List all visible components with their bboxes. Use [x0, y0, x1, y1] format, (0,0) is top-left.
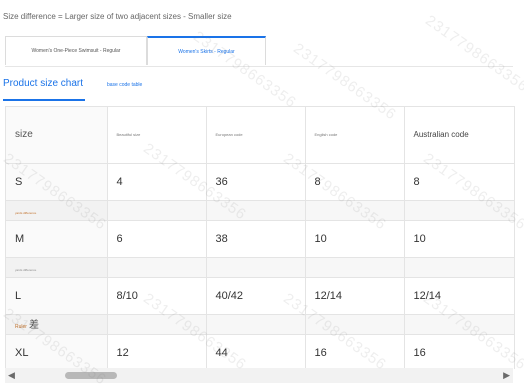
- size-table: size Beautiful size European code Englis…: [6, 107, 514, 369]
- difference-cell: [305, 200, 405, 221]
- difference-cell: [305, 257, 405, 278]
- cell-beautiful-size: 8/10: [107, 277, 207, 315]
- cell-australian-code: 10: [404, 220, 514, 258]
- cell-australian-code: 16: [404, 334, 514, 369]
- cell-european-code: 40/42: [206, 277, 306, 315]
- table-row-s: S 4 36 8 8: [6, 163, 514, 201]
- header-beautiful-size: Beautiful size: [107, 107, 207, 164]
- tab-womens-one-piece-swimsuit[interactable]: Women's One-Piece Swimsuit - Regular: [5, 36, 147, 65]
- cell-english-code: 12/14: [305, 277, 405, 315]
- table-header-row: size Beautiful size European code Englis…: [6, 107, 514, 164]
- cell-size: XL: [6, 334, 108, 369]
- difference-cell: [404, 257, 514, 278]
- cell-beautiful-size: 12: [107, 334, 207, 369]
- size-table-container: size Beautiful size European code Englis…: [5, 106, 515, 369]
- cell-size: S: [6, 163, 108, 201]
- tab-base-code-table[interactable]: base code table: [107, 82, 142, 88]
- cell-european-code: 36: [206, 163, 306, 201]
- cell-australian-code: 12/14: [404, 277, 514, 315]
- cell-english-code: 16: [305, 334, 405, 369]
- difference-cell: [404, 314, 514, 335]
- header-english-code: English code: [305, 107, 405, 164]
- difference-cell: [206, 200, 306, 221]
- header-european-code: European code: [206, 107, 306, 164]
- table-row-difference: yards difference: [6, 200, 514, 221]
- table-row-difference: yards difference: [6, 257, 514, 278]
- difference-cell: [305, 314, 405, 335]
- horizontal-scrollbar[interactable]: ◀ ▶: [5, 368, 513, 383]
- difference-cell: [206, 257, 306, 278]
- cell-european-code: 38: [206, 220, 306, 258]
- difference-label-cell: Ruler 差: [6, 314, 108, 335]
- difference-label: Ruler: [15, 324, 27, 330]
- cell-english-code: 8: [305, 163, 405, 201]
- tab-product-size-chart[interactable]: Product size chart: [3, 78, 85, 101]
- table-row-difference: Ruler 差: [6, 314, 514, 335]
- cell-size: L: [6, 277, 108, 315]
- difference-cell: [404, 200, 514, 221]
- difference-cell: [107, 314, 207, 335]
- difference-label-cell: yards difference: [6, 200, 108, 221]
- difference-cell: [107, 257, 207, 278]
- difference-label: yards difference: [15, 211, 37, 215]
- tab-womens-skirts[interactable]: Women's Skirts - Regular: [147, 36, 266, 65]
- scroll-right-arrow-icon[interactable]: ▶: [503, 370, 510, 381]
- header-australian-code: Australian code: [404, 107, 514, 164]
- difference-label-cell: yards difference: [6, 257, 108, 278]
- difference-label: yards difference: [15, 268, 37, 272]
- cell-beautiful-size: 6: [107, 220, 207, 258]
- cell-european-code: 44: [206, 334, 306, 369]
- difference-glyph: 差: [28, 320, 39, 331]
- category-tabs: Women's One-Piece Swimsuit - Regular Wom…: [5, 36, 513, 67]
- cell-beautiful-size: 4: [107, 163, 207, 201]
- header-size: size: [6, 107, 108, 164]
- difference-cell: [206, 314, 306, 335]
- table-row-xl: XL 12 44 16 16: [6, 334, 514, 369]
- size-chart-page: Size difference = Larger size of two adj…: [0, 0, 524, 388]
- scroll-left-arrow-icon[interactable]: ◀: [8, 370, 15, 381]
- table-row-l: L 8/10 40/42 12/14 12/14: [6, 277, 514, 315]
- cell-australian-code: 8: [404, 163, 514, 201]
- table-row-m: M 6 38 10 10: [6, 220, 514, 258]
- cell-english-code: 10: [305, 220, 405, 258]
- difference-cell: [107, 200, 207, 221]
- scrollbar-thumb[interactable]: [65, 372, 117, 379]
- size-difference-note: Size difference = Larger size of two adj…: [3, 12, 232, 21]
- cell-size: M: [6, 220, 108, 258]
